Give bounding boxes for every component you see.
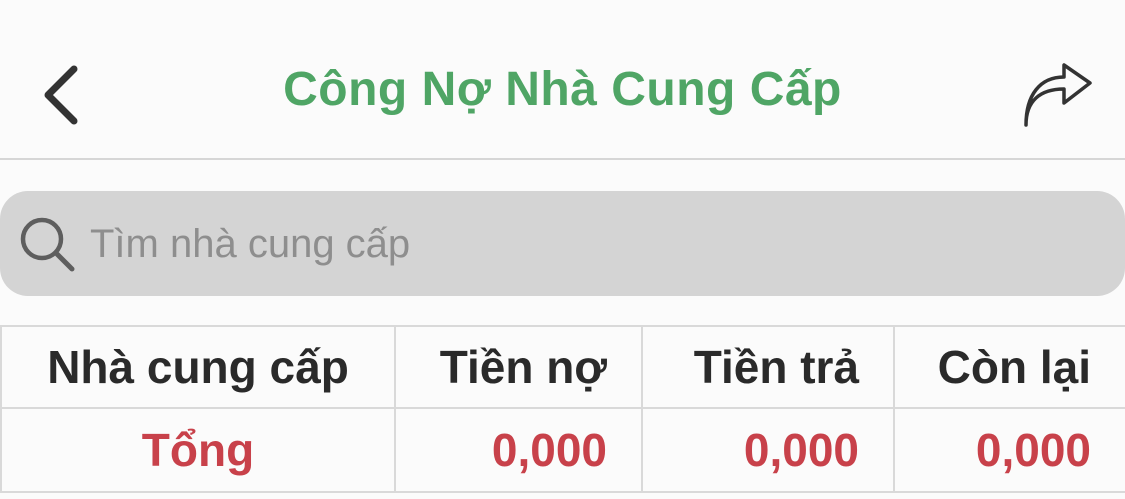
search-bar[interactable] <box>0 191 1125 296</box>
table-header-row: Nhà cung cấp Tiền nợ Tiền trả Còn lại <box>0 325 1125 409</box>
search-icon <box>20 217 75 272</box>
share-button[interactable] <box>1015 58 1100 133</box>
total-paid-value: 0,000 <box>641 407 895 493</box>
column-header-paid[interactable]: Tiền trả <box>641 325 895 409</box>
supplier-debt-table: Nhà cung cấp Tiền nợ Tiền trả Còn lại Tổ… <box>0 325 1125 493</box>
chevron-left-icon <box>44 65 78 125</box>
total-remaining-value: 0,000 <box>893 407 1125 493</box>
column-header-supplier[interactable]: Nhà cung cấp <box>0 325 396 409</box>
page-title: Công Nợ Nhà Cung Cấp <box>283 63 842 116</box>
total-debt-value: 0,000 <box>394 407 643 493</box>
share-arrow-icon <box>1023 62 1092 127</box>
nav-header: Công Nợ Nhà Cung Cấp <box>0 0 1125 160</box>
supplier-debt-screen: Công Nợ Nhà Cung Cấp Nhà cung cấp Tiền n… <box>0 0 1125 499</box>
back-button[interactable] <box>30 60 90 130</box>
column-header-remaining[interactable]: Còn lại <box>893 325 1125 409</box>
total-row: Tổng 0,000 0,000 0,000 <box>0 407 1125 493</box>
total-label: Tổng <box>0 407 396 493</box>
search-input[interactable] <box>90 211 1090 277</box>
column-header-debt[interactable]: Tiền nợ <box>394 325 643 409</box>
